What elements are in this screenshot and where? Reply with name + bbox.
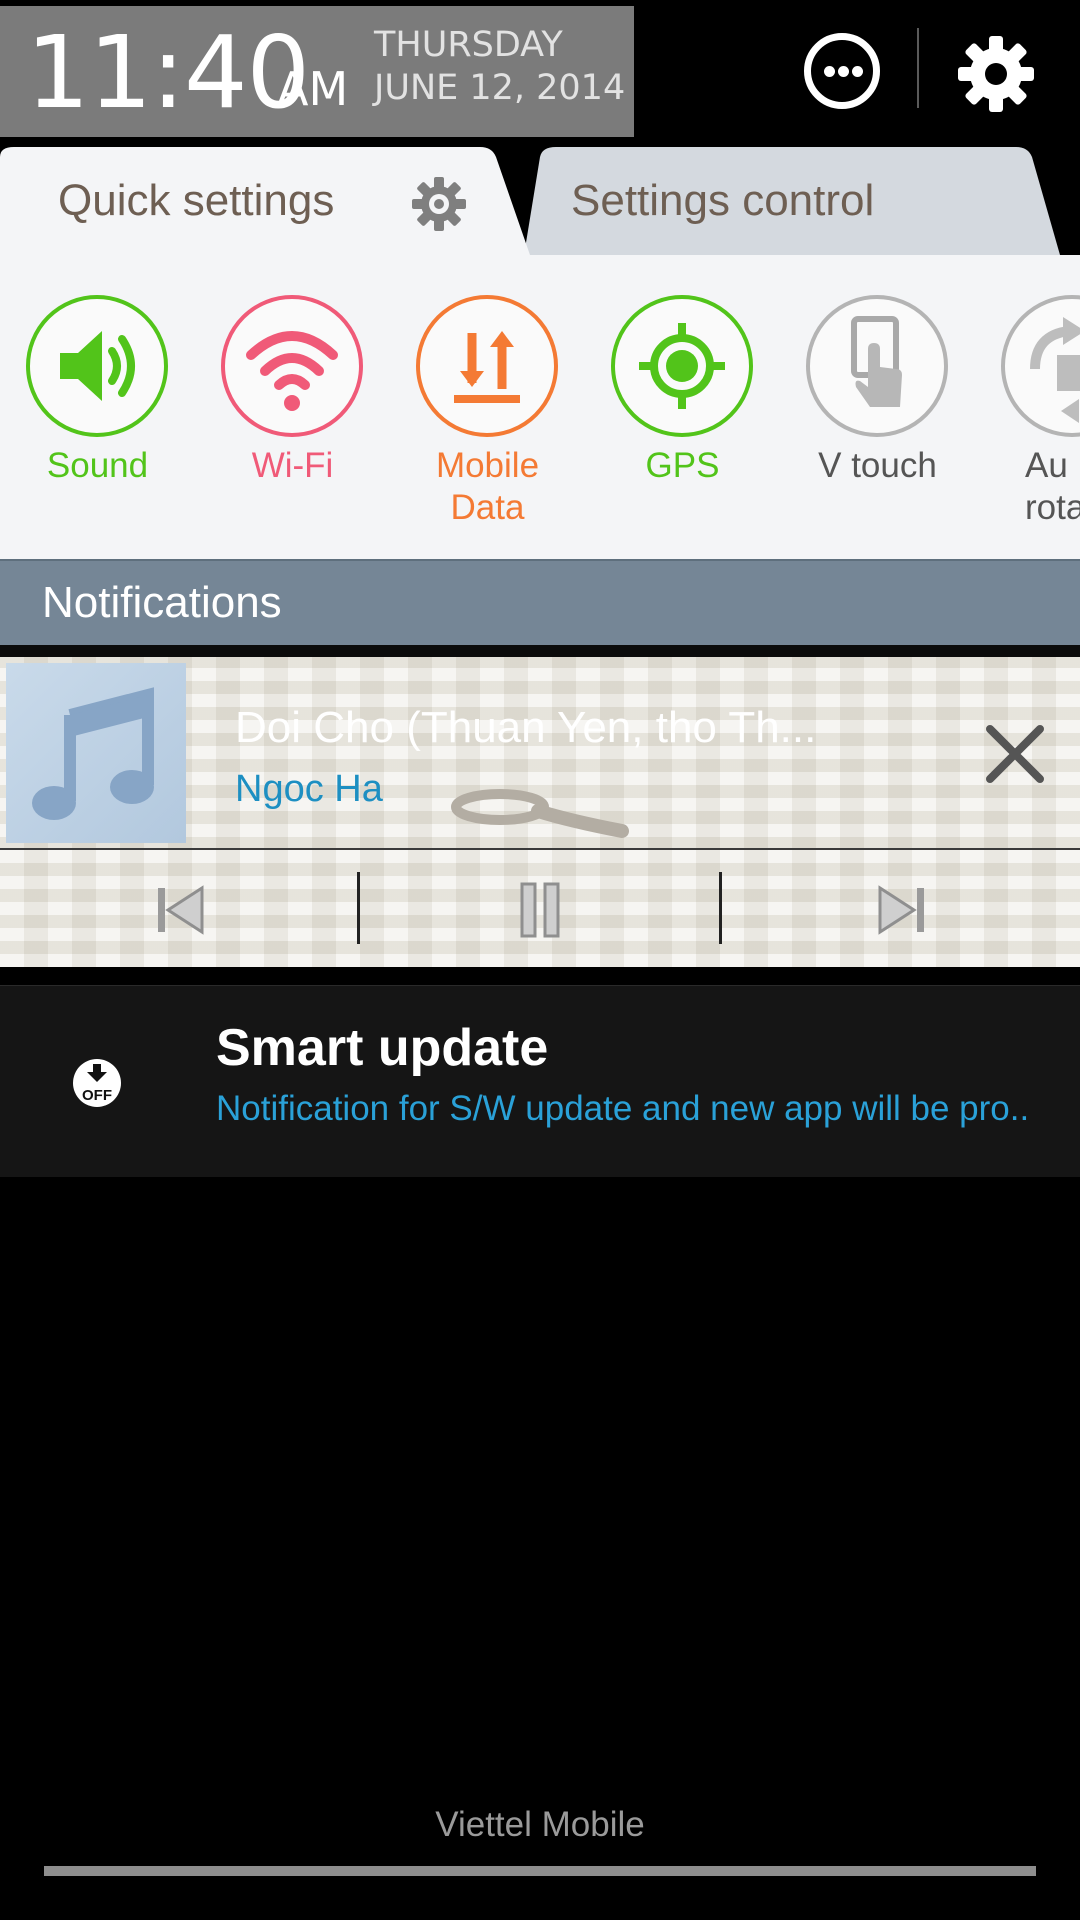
toggle-label: Wi-Fi	[251, 446, 334, 485]
notifications-header: Notifications	[0, 559, 1080, 645]
speaker-icon	[60, 331, 135, 401]
smart-update-notification[interactable]: OFF Smart update Notification for S/W up…	[0, 985, 1080, 1177]
toggle-label-line: Mobile	[435, 446, 540, 485]
album-art	[6, 663, 186, 843]
more-options-icon[interactable]	[804, 33, 880, 109]
close-icon[interactable]	[980, 719, 1050, 789]
magnifier-watermark-icon	[451, 789, 629, 838]
smart-update-text: Notification for S/W update and new app …	[216, 1089, 1030, 1128]
clock-date: JUNE 12, 2014	[374, 68, 626, 108]
toggle-sound[interactable]: Sound	[0, 255, 195, 559]
settings-gear-icon[interactable]	[954, 32, 1038, 116]
song-title: Doi Cho (Thuan Yen, tho Th...	[235, 703, 817, 752]
gps-target-icon	[639, 323, 725, 409]
more-dot	[824, 66, 835, 77]
next-track-icon[interactable]	[872, 880, 932, 940]
separator	[0, 967, 1080, 985]
playback-controls	[0, 850, 1080, 967]
tab-quick-settings[interactable]: Quick settings	[0, 145, 532, 255]
more-dot	[852, 66, 863, 77]
clock-time: 11:40	[26, 14, 310, 131]
clock-panel[interactable]: 11:40 AM THURSDAY JUNE 12, 2014	[0, 6, 634, 137]
quick-settings-panel: Sound Wi-Fi Mobile Data GPS V touch Au r…	[0, 255, 1080, 559]
tab-label: Quick settings	[58, 176, 335, 225]
auto-rotate-icon	[1030, 317, 1080, 423]
data-arrows-icon	[454, 331, 520, 403]
control-divider	[357, 872, 360, 944]
clock-ampm: AM	[277, 62, 349, 116]
toggle-mobile-data[interactable]: Mobile Data	[390, 255, 585, 559]
status-header: 11:40 AM THURSDAY JUNE 12, 2014	[0, 0, 1080, 145]
toggle-gps[interactable]: GPS	[585, 255, 780, 559]
edit-quick-settings-gear-icon[interactable]	[410, 175, 468, 233]
carrier-label: Viettel Mobile	[435, 1805, 645, 1844]
toggle-label: Mobile Data	[390, 445, 585, 529]
more-dot	[838, 66, 849, 77]
panel-tabs: Quick settings Settings control	[0, 145, 1080, 255]
tab-settings-control[interactable]: Settings control	[524, 145, 1080, 255]
tab-label: Settings control	[571, 176, 875, 225]
music-note-icon	[32, 687, 154, 820]
pause-icon[interactable]	[510, 880, 570, 940]
toggle-label-line: Data	[450, 488, 525, 527]
toggle-auto-rotate[interactable]: Au rota	[975, 255, 1080, 559]
toggle-label: Sound	[46, 446, 149, 485]
notifications-title: Notifications	[42, 578, 282, 627]
panel-drag-handle[interactable]	[44, 1866, 1036, 1876]
separator	[0, 645, 1080, 657]
toggle-label: GPS	[645, 446, 720, 485]
clock-day: THURSDAY	[374, 25, 563, 65]
toggle-v-touch[interactable]: V touch	[780, 255, 975, 559]
control-divider	[719, 872, 722, 944]
header-divider	[917, 28, 919, 108]
music-notification[interactable]: Doi Cho (Thuan Yen, tho Th... Ngoc Ha	[0, 657, 1080, 967]
toggle-wifi[interactable]: Wi-Fi	[195, 255, 390, 559]
smart-update-title: Smart update	[216, 1019, 549, 1077]
toggle-label-line: rota	[1025, 488, 1080, 527]
song-artist: Ngoc Ha	[235, 768, 383, 810]
touch-hand-icon	[851, 316, 902, 407]
icon-off-text: OFF	[82, 1087, 112, 1104]
wifi-icon	[246, 331, 338, 411]
toggle-label: V touch	[818, 446, 937, 485]
toggle-label-line: Au	[1025, 446, 1068, 485]
toggle-label: Au rota	[1025, 445, 1080, 529]
previous-track-icon[interactable]	[150, 880, 210, 940]
download-off-icon: OFF	[73, 1059, 121, 1107]
